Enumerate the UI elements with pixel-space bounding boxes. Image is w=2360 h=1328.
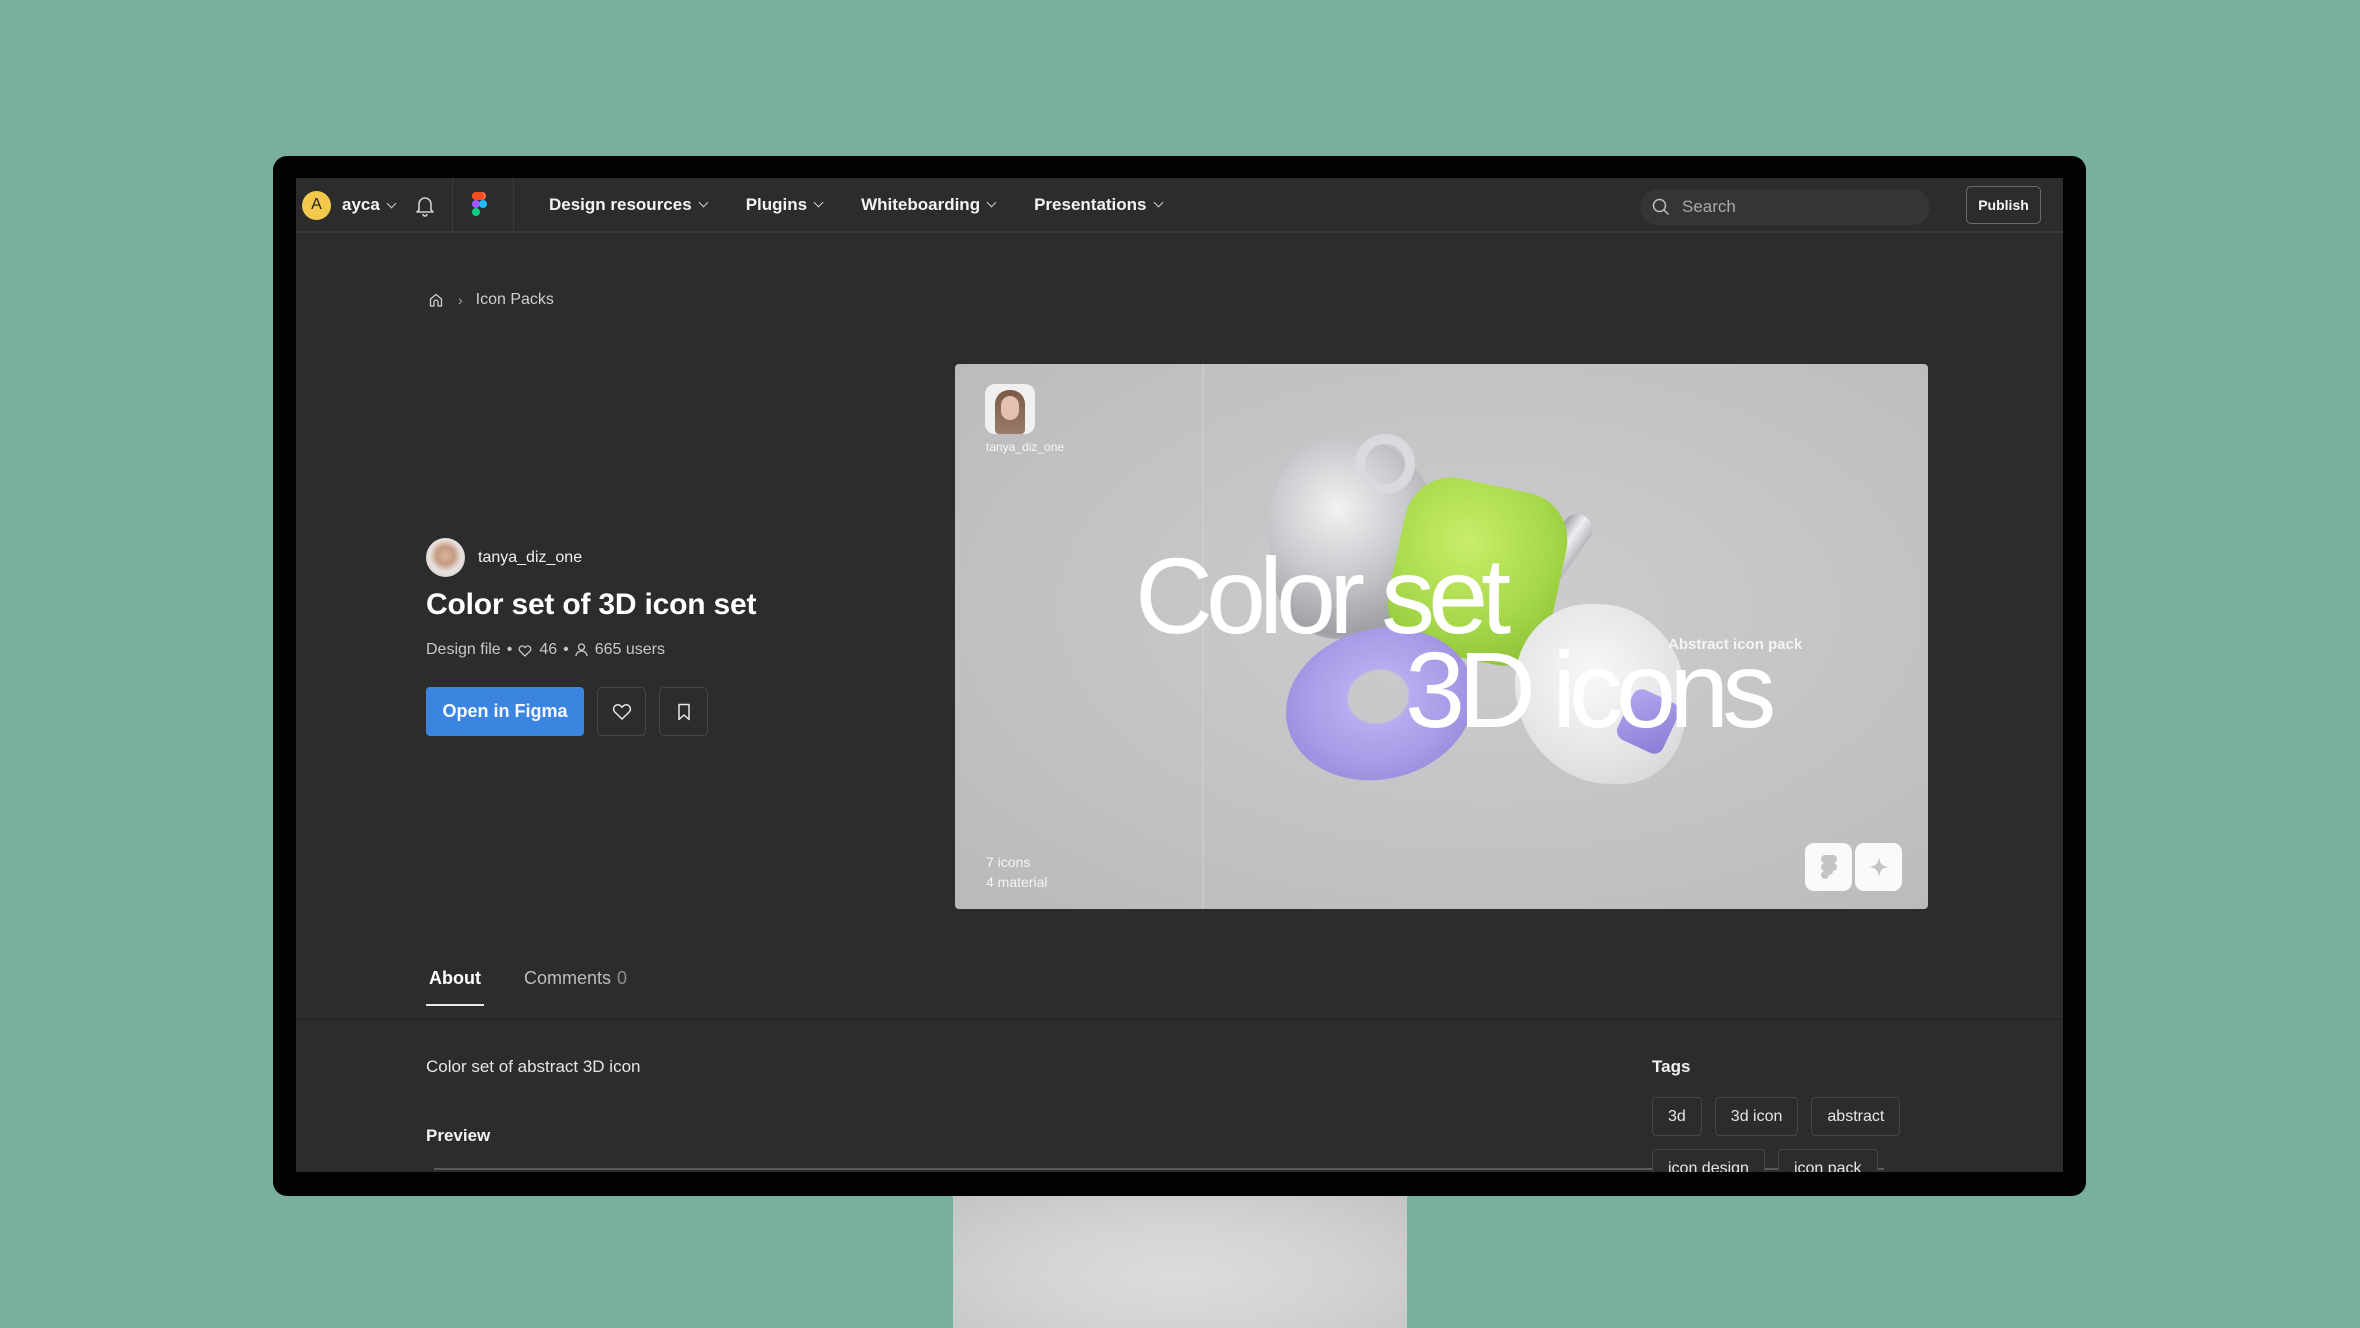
home-icon[interactable] [428,292,444,308]
nav-menu: Design resources Plugins Whiteboarding P… [549,178,1201,231]
resource-actions: Open in Figma [426,687,708,736]
tag-list: 3d 3d icon abstract icon design icon pac… [1652,1097,1952,1172]
tag-chip[interactable]: 3d [1652,1097,1702,1136]
separator-dot: • [506,641,513,658]
nav-plugins[interactable]: Plugins [745,194,824,215]
chevron-right-icon: › [458,292,463,308]
preview-material-count: 4 material [986,874,1048,890]
nav-presentations[interactable]: Presentations [1034,194,1163,215]
comment-count: 0 [617,968,628,988]
figma-badge [1805,843,1852,891]
heart-icon [518,644,532,657]
tags-heading: Tags [1652,1057,1691,1076]
author-name[interactable]: tanya_diz_one [478,549,582,567]
bookmark-icon [677,703,690,720]
avatar-face [1001,396,1019,420]
nav-divider [513,178,514,231]
preview-author-avatar [985,384,1035,434]
like-count: 46 [539,641,558,658]
nav-item-label: Presentations [1034,194,1147,214]
chevron-down-icon [986,197,997,208]
resource-title: Color set of 3D icon set [426,588,757,621]
sparkle-icon [1868,857,1889,877]
resource-description: Color set of abstract 3D icon [426,1057,641,1076]
like-button[interactable] [597,687,646,736]
preview-subtitle: Abstract icon pack [1668,636,1803,653]
nav-design-resources[interactable]: Design resources [549,194,709,215]
figma-logo-icon[interactable] [472,192,488,218]
breadcrumb: › Icon Packs [428,291,554,309]
bookmark-button[interactable] [659,687,708,736]
user-count: 665 users [594,641,665,658]
sparkle-badge [1855,843,1902,891]
nav-item-label: Plugins [745,194,808,214]
chevron-down-icon [1153,197,1163,208]
author-avatar[interactable] [426,538,465,577]
chrome-tube [1355,434,1415,494]
resource-type: Design file [426,641,501,658]
browser-screen: A ayca Design resources Plugins Whiteboa… [296,178,2063,1172]
preview-heading: Preview [426,1126,491,1145]
nav-item-label: Whiteboarding [861,194,981,214]
tab-label: Comments [523,968,612,988]
tag-chip[interactable]: abstract [1811,1097,1901,1136]
user-icon [575,643,588,657]
top-nav: A ayca Design resources Plugins Whiteboa… [296,178,2063,233]
nav-divider [452,178,453,231]
preview-thumbnail[interactable]: tanya_diz_one Color set 3D icons Abstrac… [955,364,1928,909]
separator-dot: • [563,641,569,658]
tab-label: About [429,968,481,988]
user-menu[interactable]: A ayca [302,189,397,221]
nav-item-label: Design resources [549,194,692,214]
preview-counts: 7 icons 4 material [986,852,1047,892]
nav-whiteboarding[interactable]: Whiteboarding [861,194,997,215]
monitor-stand [953,1196,1407,1328]
tag-chip[interactable]: icon pack [1777,1149,1878,1172]
figma-logo-icon [1820,855,1837,879]
preview-icon-count: 7 icons [986,854,1031,870]
content-tabs: About Comments 0 [426,968,667,1006]
search-icon [1652,198,1670,216]
user-avatar[interactable]: A [302,190,331,220]
username[interactable]: ayca [342,195,380,215]
breadcrumb-icon-packs[interactable]: Icon Packs [476,291,554,309]
preview-handle: tanya_diz_one [986,440,1065,454]
open-in-figma-button[interactable]: Open in Figma [426,687,584,736]
publish-button[interactable]: Publish [1966,186,2041,224]
tab-comments[interactable]: Comments 0 [524,968,627,1006]
tag-chip[interactable]: icon design [1652,1149,1765,1172]
tag-chip[interactable]: 3d icon [1714,1097,1799,1136]
heart-icon [612,703,631,720]
bell-icon[interactable] [414,194,436,218]
chevron-down-icon [386,198,397,208]
chevron-down-icon [698,197,709,208]
tabs-divider [296,1018,2063,1020]
tab-about[interactable]: About [426,968,484,1006]
search-input[interactable] [1680,196,1904,218]
author[interactable]: tanya_diz_one [426,538,582,577]
resource-meta: Design file • 46 • 665 users [426,641,665,659]
search-box[interactable] [1640,189,1930,225]
chevron-down-icon [813,197,824,208]
